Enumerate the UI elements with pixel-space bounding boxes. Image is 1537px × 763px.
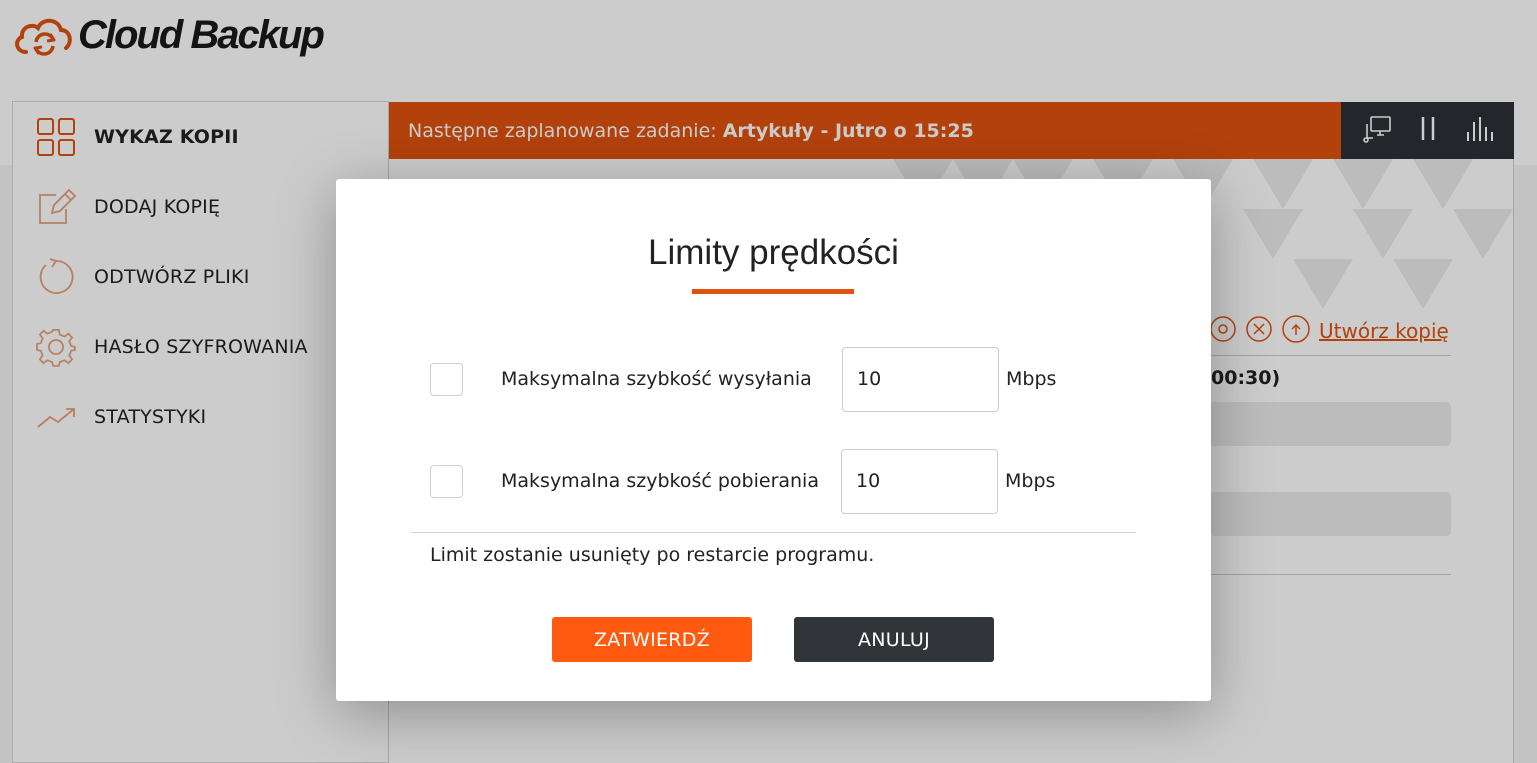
upload-limit-label: Maksymalna szybkość wysyłania xyxy=(501,368,812,390)
download-limit-input[interactable] xyxy=(841,448,998,514)
upload-limit-row: Maksymalna szybkość wysyłania Mbps xyxy=(430,346,1056,412)
download-unit: Mbps xyxy=(1005,470,1056,492)
cancel-button[interactable]: ANULUJ xyxy=(794,617,994,662)
dialog-title: Limity prędkości xyxy=(648,233,899,272)
title-underline xyxy=(692,289,854,294)
app-window: Cloud Backup WYKAZ KOPII DODAJ KOPIĘ ODT… xyxy=(0,0,1537,763)
confirm-button[interactable]: ZATWIERDŹ xyxy=(552,617,752,662)
upload-limit-input[interactable] xyxy=(842,346,999,412)
upload-unit: Mbps xyxy=(1006,368,1057,390)
download-limit-checkbox[interactable] xyxy=(430,464,463,498)
upload-limit-checkbox[interactable] xyxy=(430,362,463,396)
dialog-divider xyxy=(411,532,1136,533)
download-limit-row: Maksymalna szybkość pobierania Mbps xyxy=(430,448,1055,514)
speed-limits-dialog: Limity prędkości Maksymalna szybkość wys… xyxy=(336,179,1211,701)
download-limit-label: Maksymalna szybkość pobierania xyxy=(501,470,819,492)
restart-note: Limit zostanie usunięty po restarcie pro… xyxy=(430,544,875,566)
